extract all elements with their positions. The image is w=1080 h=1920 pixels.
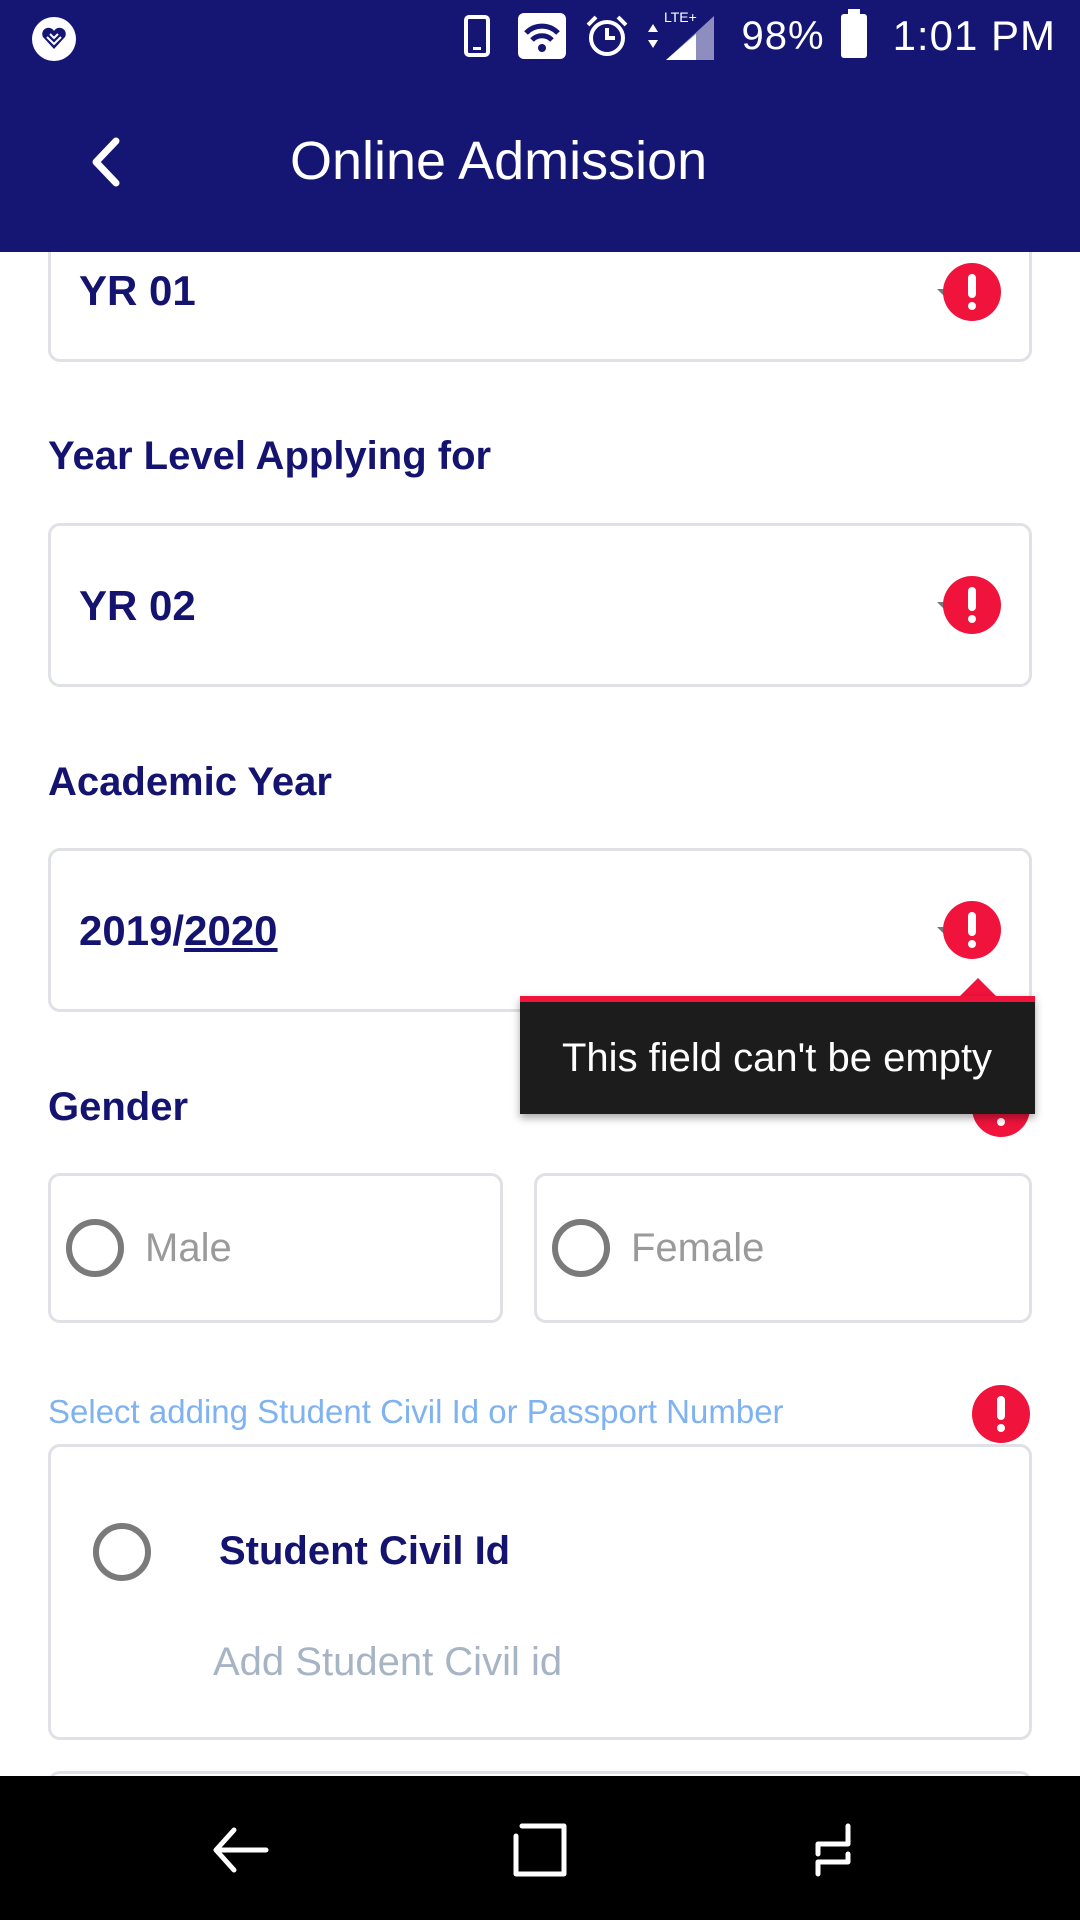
current-year-level-value: YR 01: [79, 267, 196, 314]
nav-recents-icon: [815, 1823, 851, 1877]
nav-recents-button[interactable]: [808, 1818, 872, 1882]
radio-civil-id[interactable]: [93, 1523, 151, 1581]
chevron-left-icon: [92, 137, 120, 187]
radio-male[interactable]: [66, 1219, 124, 1277]
id-choice-hint: Select adding Student Civil Id or Passpo…: [48, 1393, 784, 1430]
civil-id-box: Student Civil Id Add Student Civil id: [48, 1444, 1032, 1740]
nav-back-button[interactable]: [208, 1818, 272, 1882]
error-icon[interactable]: [943, 901, 1001, 959]
academic-year-end: 2020: [184, 907, 278, 954]
nav-home-button[interactable]: [508, 1818, 572, 1882]
battery-icon: [840, 9, 867, 58]
nav-home-icon: [513, 1823, 567, 1877]
battery-percent: 98%: [741, 13, 825, 58]
academic-year-value: 2019/2020: [79, 907, 278, 955]
year-level-value: YR 02: [79, 582, 196, 629]
year-level-select[interactable]: YR 02: [48, 523, 1032, 687]
tooltip-text: This field can't be empty: [562, 1036, 993, 1080]
alarm-icon: [584, 13, 630, 59]
civil-id-input[interactable]: Add Student Civil id: [213, 1640, 562, 1685]
back-button[interactable]: [74, 127, 144, 197]
academic-year-select[interactable]: 2019/2020: [48, 848, 1032, 1012]
validation-tooltip: This field can't be empty: [520, 996, 1035, 1114]
id-choice-error-icon[interactable]: [972, 1385, 1030, 1443]
error-icon[interactable]: [943, 263, 1001, 321]
gender-option-female[interactable]: Female: [534, 1173, 1032, 1323]
gender-option-male[interactable]: Male: [48, 1173, 503, 1323]
academic-year-start: 2019/: [79, 907, 185, 954]
current-year-level-select[interactable]: YR 01: [48, 252, 1032, 362]
app-toolbar: Online Admission: [0, 72, 1080, 252]
network-type: LTE+: [664, 10, 697, 25]
app-heart-icon: [32, 17, 76, 61]
status-bar: LTE+ 98% 1:01 PM: [0, 0, 1080, 72]
page-title: Online Admission: [290, 131, 708, 191]
year-level-label: Year Level Applying for: [48, 434, 492, 478]
gender-male-label: Male: [145, 1226, 232, 1270]
nav-back-icon: [213, 1827, 269, 1873]
gender-female-label: Female: [631, 1226, 765, 1270]
error-icon[interactable]: [943, 576, 1001, 634]
signal-icon: LTE+: [644, 10, 718, 62]
radio-female[interactable]: [552, 1219, 610, 1277]
system-nav-bar: [0, 1776, 1080, 1920]
wifi-icon: [517, 13, 566, 59]
clock: 1:01 PM: [892, 12, 1056, 59]
civil-id-label: Student Civil Id: [219, 1529, 511, 1573]
tooltip-arrow: [960, 978, 996, 996]
gender-label: Gender: [48, 1085, 189, 1129]
phone-icon: [463, 15, 490, 57]
academic-year-label: Academic Year: [48, 760, 332, 804]
